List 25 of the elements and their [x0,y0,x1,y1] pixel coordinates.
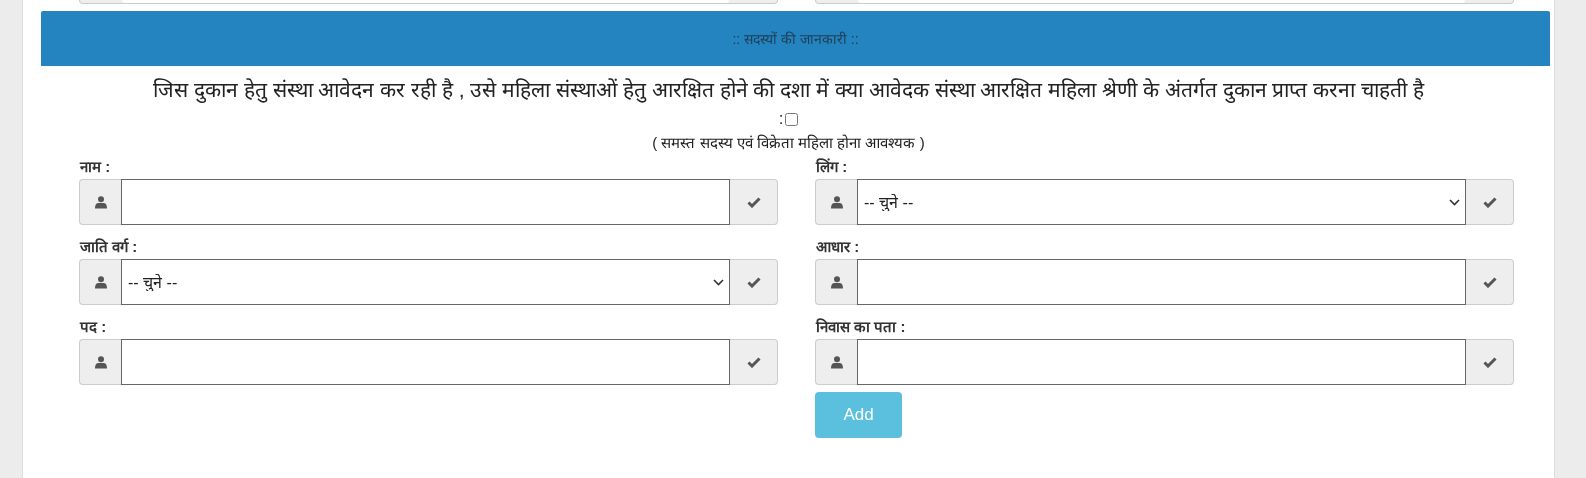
section-title: :: सदस्यों की जानकारी :: [732,30,859,48]
user-icon [830,355,843,369]
check-icon [1482,196,1497,208]
colon-text: : [778,109,784,129]
field-label: नाम : [79,157,112,177]
user-icon [830,275,843,289]
field-label: निवास का पता : [815,317,907,337]
chevron-down-icon [1449,199,1460,206]
check-icon [746,276,761,288]
note-text: ( समस्त सदस्य एवं विक्रेता महिला होना आवश्यक ) [651,133,926,153]
user-icon [94,275,107,289]
user-icon [830,195,843,209]
user-icon [94,355,107,369]
question-text: जिस दुकान हेतु संस्था आवेदन कर रही है , उसे महिला संस्थाओं हेतु आरक्षित होने की दशा में क्या आवेदक संस्था आरक्षित महिला श्रेणी के अंतर्गत दुकान प्राप्त करना चाहती है [152,77,1426,105]
field-label: जाति वर्ग : [79,237,139,257]
user-icon [94,195,107,209]
field-label: लिंग : [815,157,849,177]
check-icon [1482,276,1497,288]
check-icon [746,196,761,208]
checkbox[interactable] [785,112,799,126]
field-label: आधार : [815,237,861,257]
field-label: पद : [79,317,108,337]
check-icon [1482,356,1497,368]
chevron-down-icon [713,279,724,286]
check-icon [746,356,761,368]
